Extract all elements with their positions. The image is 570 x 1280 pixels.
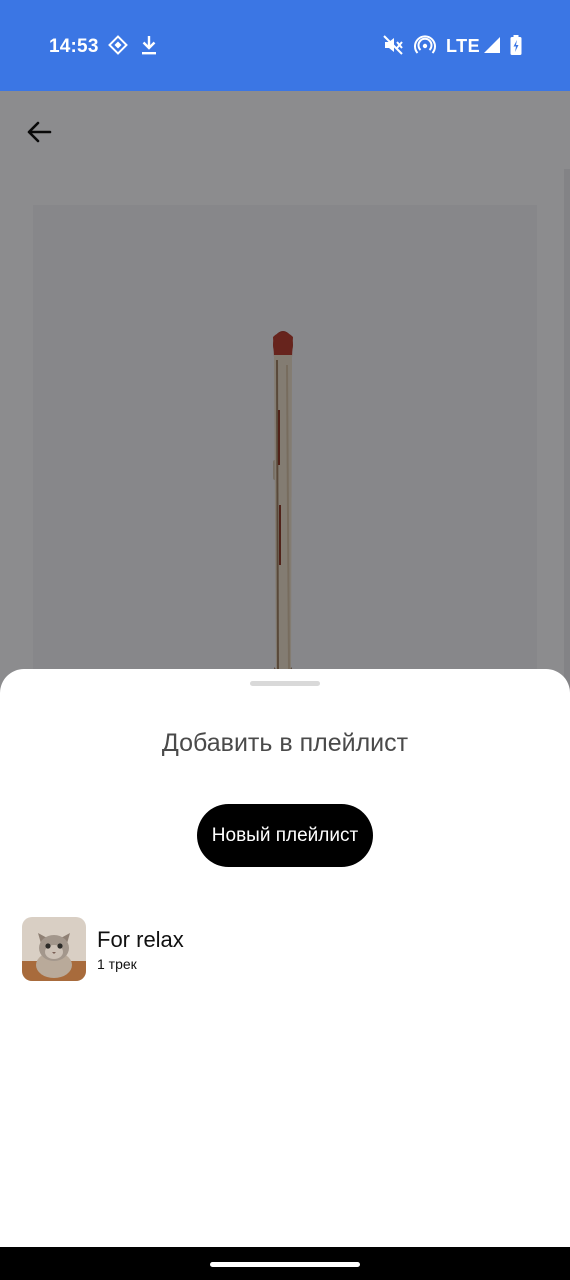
- battery-charging-icon: [509, 33, 523, 62]
- screen: 14:53 LTE Добавить в плейлист Новый плей…: [0, 0, 570, 1280]
- add-to-playlist-sheet: Добавить в плейлист Новый плейлист For r…: [0, 669, 570, 1249]
- new-playlist-button[interactable]: Новый плейлист: [197, 804, 373, 867]
- status-bar: 14:53 LTE: [0, 0, 570, 91]
- app-notification-icon: [107, 33, 129, 62]
- network-type: LTE: [446, 36, 481, 56]
- sheet-title: Добавить в плейлист: [161, 729, 409, 757]
- playlist-thumbnail: [22, 917, 86, 981]
- home-indicator[interactable]: [210, 1262, 360, 1267]
- download-icon: [139, 33, 159, 62]
- playlist-track-count: 1 трек: [97, 956, 137, 972]
- signal-icon: [482, 33, 502, 62]
- playlist-item-for-relax[interactable]: For relax 1 трек: [0, 913, 570, 985]
- sheet-drag-handle[interactable]: [250, 681, 320, 686]
- cat-image: [22, 917, 86, 981]
- playlist-name: For relax: [97, 927, 184, 952]
- hotspot-icon: [414, 33, 436, 62]
- status-time: 14:53: [49, 36, 99, 57]
- navigation-bar: [0, 1247, 570, 1280]
- mute-icon: [382, 33, 404, 62]
